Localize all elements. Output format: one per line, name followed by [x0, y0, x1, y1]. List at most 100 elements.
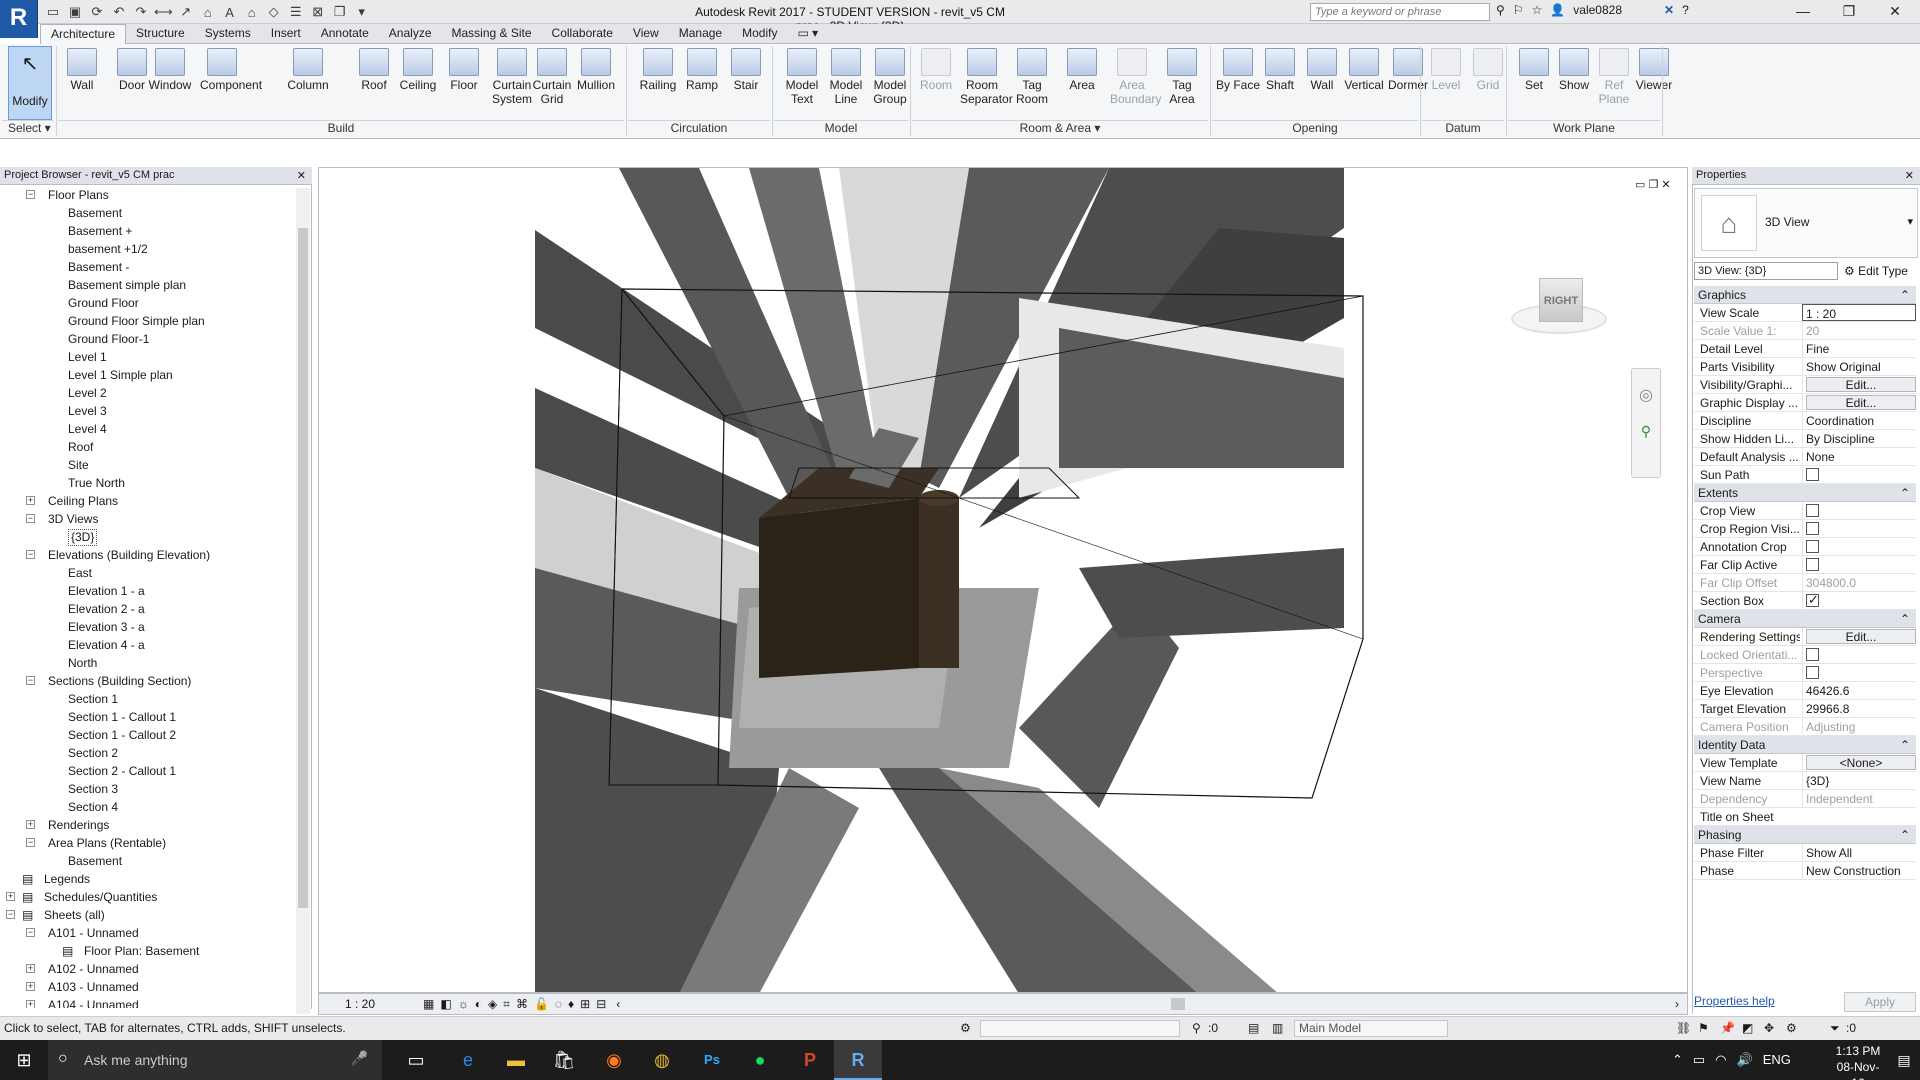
- browser-item[interactable]: − Sections (Building Section): [0, 672, 292, 690]
- application-menu-button[interactable]: R: [0, 0, 38, 38]
- drag-elements-icon[interactable]: ✥: [1764, 1017, 1774, 1039]
- detail-level-icon[interactable]: ▦: [423, 997, 434, 1011]
- browser-item[interactable]: + ▤ Schedules/Quantities: [0, 888, 292, 906]
- collapse-section-icon[interactable]: ⌃: [1900, 826, 1910, 844]
- browser-item[interactable]: Ground Floor: [0, 294, 292, 312]
- measure-icon[interactable]: ⟷: [154, 4, 173, 20]
- property-checkbox[interactable]: [1806, 540, 1819, 553]
- circulation-stair-button[interactable]: Stair: [724, 48, 768, 92]
- tab-collaborate[interactable]: Collaborate: [542, 24, 623, 43]
- build-wall-button[interactable]: Wall: [60, 48, 104, 92]
- browser-item[interactable]: Section 2: [0, 744, 292, 762]
- property-value[interactable]: [1802, 556, 1916, 576]
- tab-systems[interactable]: Systems: [195, 24, 261, 43]
- property-edit-button[interactable]: Edit...: [1806, 395, 1916, 410]
- browser-item[interactable]: Level 3: [0, 402, 292, 420]
- room_area-area-boundary-button[interactable]: Area Boundary: [1110, 48, 1161, 106]
- spotify-icon[interactable]: ●: [736, 1040, 784, 1080]
- opening-vertical-button[interactable]: Vertical: [1342, 48, 1386, 92]
- browser-item[interactable]: Section 1 - Callout 1: [0, 708, 292, 726]
- open-icon[interactable]: ▭: [44, 4, 62, 20]
- browser-item[interactable]: East: [0, 564, 292, 582]
- collapse-section-icon[interactable]: ⌃: [1900, 484, 1910, 502]
- modify-button[interactable]: ↖ Modify: [8, 46, 52, 120]
- property-value[interactable]: Edit...: [1802, 394, 1916, 410]
- battery-icon[interactable]: ▭: [1693, 1052, 1705, 1068]
- browser-item[interactable]: + A102 - Unnamed: [0, 960, 292, 978]
- work_plane-viewer-button[interactable]: Viewer: [1632, 48, 1676, 92]
- revit-taskbar-icon[interactable]: R: [834, 1040, 882, 1080]
- project-browser-scrollbar[interactable]: [296, 188, 310, 1014]
- property-section[interactable]: Extents ⌃: [1694, 484, 1916, 502]
- tag-icon[interactable]: ⌂: [199, 5, 217, 20]
- browser-item[interactable]: Section 4: [0, 798, 292, 816]
- collapse-icon[interactable]: −: [6, 910, 15, 919]
- browser-item[interactable]: Ground Floor-1: [0, 330, 292, 348]
- type-dropdown-icon[interactable]: ▾: [1907, 215, 1913, 228]
- maximize-button[interactable]: ❐: [1826, 0, 1872, 24]
- tab-structure[interactable]: Structure: [126, 24, 195, 43]
- analytical-icon[interactable]: ⊞: [580, 997, 590, 1011]
- binoculars-icon[interactable]: ⚲: [1496, 3, 1505, 17]
- highlight-icon[interactable]: ⊟: [596, 997, 606, 1011]
- close-hidden-icon[interactable]: ⊠: [309, 4, 327, 20]
- browser-item[interactable]: + Ceiling Plans: [0, 492, 292, 510]
- opening-by-face-button[interactable]: By Face: [1216, 48, 1260, 92]
- property-value[interactable]: By Discipline: [1802, 430, 1916, 448]
- expand-icon[interactable]: +: [6, 892, 15, 901]
- close-button[interactable]: ✕: [1872, 0, 1918, 24]
- collapse-icon[interactable]: −: [26, 676, 35, 685]
- browser-item[interactable]: Basement simple plan: [0, 276, 292, 294]
- language-indicator[interactable]: ENG: [1763, 1052, 1791, 1068]
- volume-icon[interactable]: 🔊: [1737, 1052, 1753, 1068]
- tab-architecture[interactable]: Architecture: [40, 23, 127, 44]
- expand-icon[interactable]: +: [26, 820, 35, 829]
- apply-button[interactable]: Apply: [1844, 992, 1916, 1012]
- property-edit-button[interactable]: Edit...: [1806, 377, 1916, 392]
- property-checkbox[interactable]: [1806, 522, 1819, 535]
- star-icon[interactable]: ☆: [1532, 3, 1543, 17]
- tab-massing-site[interactable]: Massing & Site: [442, 24, 542, 43]
- scroll-left-icon[interactable]: ‹: [616, 997, 620, 1011]
- room-area-group-label[interactable]: Room & Area ▾: [912, 120, 1208, 136]
- circulation-ramp-button[interactable]: Ramp: [680, 48, 724, 92]
- scroll-right-icon[interactable]: ›: [1675, 997, 1679, 1011]
- tab-analyze[interactable]: Analyze: [379, 24, 442, 43]
- notifications-icon[interactable]: ▤: [1888, 1040, 1920, 1080]
- property-value[interactable]: [1802, 520, 1916, 540]
- background-process-icon[interactable]: ⚙: [1786, 1017, 1797, 1039]
- undo-icon[interactable]: ↶: [110, 4, 128, 20]
- property-edit-button[interactable]: <None>: [1806, 755, 1916, 770]
- dimension-icon[interactable]: ↗: [177, 4, 195, 20]
- horizontal-scrollbar[interactable]: [1171, 998, 1185, 1010]
- show-hidden-icons[interactable]: ⌃: [1672, 1052, 1683, 1068]
- customize-qat-icon[interactable]: ▾: [353, 4, 371, 20]
- browser-item[interactable]: Basement -: [0, 258, 292, 276]
- expand-icon[interactable]: +: [26, 982, 35, 991]
- design-option-dropdown[interactable]: Main Model: [1294, 1020, 1448, 1037]
- view-minimize-icon[interactable]: ▭: [1635, 179, 1645, 191]
- collapse-section-icon[interactable]: ⌃: [1900, 286, 1910, 304]
- crop-view-icon[interactable]: ⌗: [503, 997, 510, 1012]
- photoshop-icon[interactable]: Ps: [688, 1040, 736, 1080]
- collapse-section-icon[interactable]: ⌃: [1900, 736, 1910, 754]
- default-3d-icon[interactable]: ⌂: [243, 5, 261, 20]
- build-ceiling-button[interactable]: Ceiling: [396, 48, 440, 92]
- select-dropdown[interactable]: Select ▾: [2, 120, 54, 136]
- select-by-face-icon[interactable]: ◩: [1742, 1017, 1753, 1039]
- thin-lines-icon[interactable]: ☰: [287, 4, 305, 20]
- property-value[interactable]: 1 : 20: [1802, 304, 1916, 321]
- view-restore-icon[interactable]: ❐: [1648, 179, 1658, 191]
- build-floor-button[interactable]: Floor: [442, 48, 486, 92]
- redo-icon[interactable]: ↷: [132, 4, 150, 20]
- view-scale[interactable]: 1 : 20: [345, 997, 405, 1011]
- browser-item[interactable]: Level 4: [0, 420, 292, 438]
- room_area-room-separator-button[interactable]: Room Separator: [960, 48, 1013, 106]
- opening-shaft-button[interactable]: Shaft: [1258, 48, 1302, 92]
- property-value[interactable]: [1802, 466, 1916, 486]
- property-edit-button[interactable]: Edit...: [1806, 629, 1916, 644]
- viewcube[interactable]: RIGHT: [1511, 278, 1607, 338]
- property-value[interactable]: New Construction: [1802, 862, 1916, 880]
- ribbon-toggle-icon[interactable]: ▭ ▾: [787, 24, 828, 43]
- property-checkbox[interactable]: [1806, 468, 1819, 481]
